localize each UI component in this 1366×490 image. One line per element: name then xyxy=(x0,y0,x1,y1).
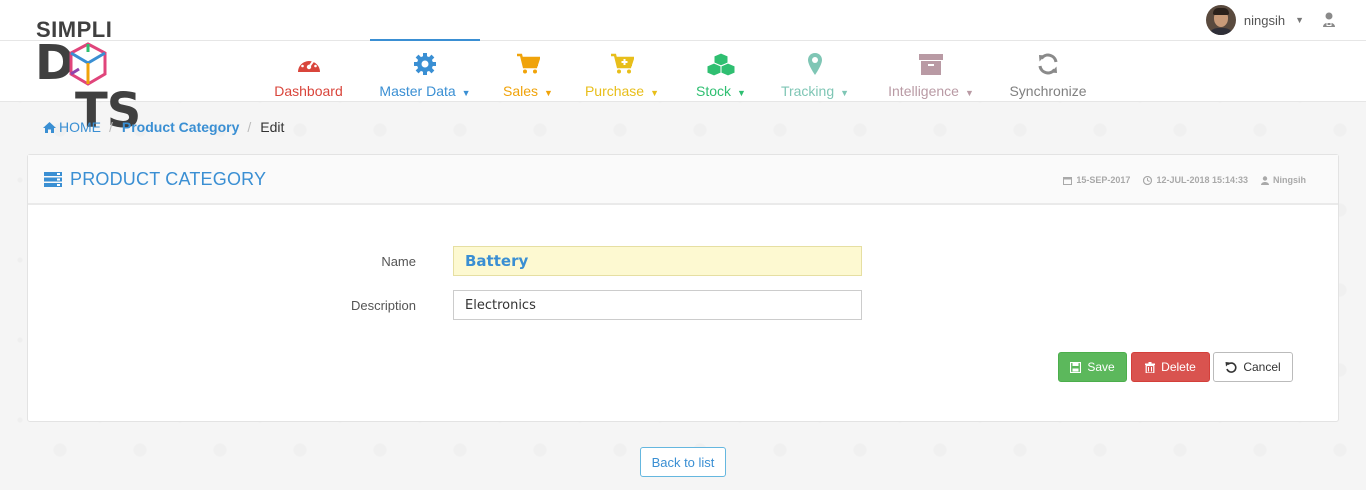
map-marker-icon xyxy=(808,53,822,75)
cart-icon xyxy=(517,53,540,74)
description-label: Description xyxy=(350,298,416,313)
delete-button[interactable]: Delete xyxy=(1131,352,1210,382)
simplidots-logo[interactable]: SIMPLI D TS xyxy=(35,18,185,136)
panel-header: PRODUCT CATEGORY 15-SEP-2017 12-JUL-2018… xyxy=(28,155,1338,205)
archive-icon xyxy=(919,54,943,75)
nav-purchase[interactable]: Purchase ▼ xyxy=(581,41,663,101)
panel-title-text: PRODUCT CATEGORY xyxy=(70,168,267,189)
form-row-name: Name xyxy=(28,246,1338,276)
breadcrumb-separator: / xyxy=(109,119,113,135)
nav-label: Master Data xyxy=(379,83,456,99)
caret-down-icon: ▼ xyxy=(737,88,746,98)
panel-title: PRODUCT CATEGORY xyxy=(44,168,266,190)
product-category-panel: PRODUCT CATEGORY 15-SEP-2017 12-JUL-2018… xyxy=(27,154,1339,422)
caret-down-icon: ▼ xyxy=(1295,15,1304,25)
trash-icon xyxy=(1145,361,1156,373)
nav-label: Synchronize xyxy=(1009,83,1087,99)
breadcrumb-home[interactable]: HOME xyxy=(43,119,101,135)
caret-down-icon: ▼ xyxy=(544,88,553,98)
nav-dashboard[interactable]: Dashboard xyxy=(268,41,349,101)
top-bar: ningsih ▼ xyxy=(0,0,1366,41)
created-date: 15-SEP-2017 xyxy=(1076,175,1131,185)
nav-label: Stock xyxy=(696,83,732,99)
calendar-icon xyxy=(1063,176,1073,185)
nav-label: Sales xyxy=(503,83,539,99)
avatar xyxy=(1205,5,1236,35)
name-label: Name xyxy=(381,254,416,269)
cart-plus-icon xyxy=(611,53,634,74)
nav-label: Tracking xyxy=(780,83,835,99)
nav-stock[interactable]: Stock ▼ xyxy=(691,41,751,101)
form-row-description: Description xyxy=(28,290,1338,320)
caret-down-icon: ▼ xyxy=(840,88,850,98)
breadcrumb: HOME / Product Category / Edit xyxy=(43,118,284,136)
description-input[interactable] xyxy=(453,290,862,320)
caret-down-icon: ▼ xyxy=(461,88,471,98)
caret-down-icon: ▼ xyxy=(650,88,660,98)
nav-tracking[interactable]: Tracking ▼ xyxy=(778,41,852,101)
name-input[interactable] xyxy=(453,246,862,276)
nav-synchronize[interactable]: Synchronize xyxy=(1008,41,1088,101)
breadcrumb-home-label: HOME xyxy=(59,119,101,135)
cubes-icon xyxy=(706,52,736,76)
user-name: ningsih xyxy=(1243,12,1286,28)
record-meta: 15-SEP-2017 12-JUL-2018 15:14:33 Ningsih xyxy=(1063,175,1306,185)
user-menu[interactable]: ningsih ▼ xyxy=(1205,5,1304,35)
nav-master-data[interactable]: Master Data ▼ xyxy=(370,39,480,101)
clock-icon xyxy=(1143,175,1153,185)
modified-date: 12-JUL-2018 15:14:33 xyxy=(1156,175,1248,185)
cube-logo-icon xyxy=(69,42,107,86)
nav-label: Purchase xyxy=(584,83,645,99)
caret-down-icon: ▼ xyxy=(964,88,974,98)
cancel-label: Cancel xyxy=(1243,360,1281,374)
breadcrumb-product-category[interactable]: Product Category xyxy=(122,119,239,135)
nav-sales[interactable]: Sales ▼ xyxy=(497,41,559,101)
refresh-icon xyxy=(1038,53,1058,75)
save-button[interactable]: Save xyxy=(1058,352,1127,382)
back-to-list-button[interactable]: Back to list xyxy=(640,447,726,477)
cancel-button[interactable]: Cancel xyxy=(1213,352,1293,382)
user-icon xyxy=(1261,175,1269,185)
breadcrumb-current: Edit xyxy=(260,119,285,135)
nav-intelligence[interactable]: Intelligence ▼ xyxy=(885,41,977,101)
main-nav: Dashboard Master Data ▼ Sales ▼ Purchase… xyxy=(268,39,1088,101)
save-icon xyxy=(1070,361,1082,373)
server-icon xyxy=(44,171,62,187)
user-lock-icon[interactable] xyxy=(1322,12,1336,28)
delete-label: Delete xyxy=(1161,360,1196,374)
nav-label: Dashboard xyxy=(274,83,343,99)
gear-icon xyxy=(414,53,436,75)
record-author: Ningsih xyxy=(1273,175,1306,185)
breadcrumb-separator: / xyxy=(247,119,252,135)
save-label: Save xyxy=(1087,360,1115,374)
home-icon xyxy=(43,121,56,133)
nav-label: Intelligence xyxy=(888,83,959,99)
speedometer-icon xyxy=(297,56,320,72)
undo-icon xyxy=(1225,362,1237,373)
